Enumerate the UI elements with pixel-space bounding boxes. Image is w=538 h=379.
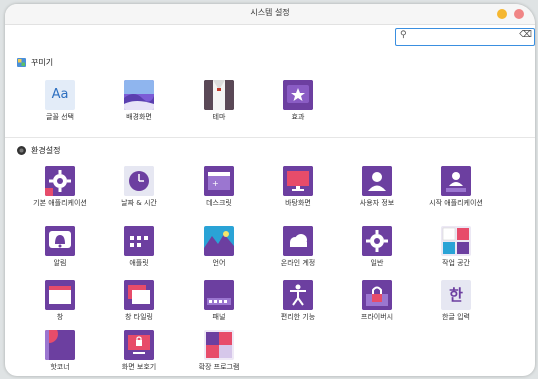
settings-item-label: 작업 공간: [442, 259, 470, 267]
settings-item-default-apps[interactable]: 기본 애플리케이션: [20, 166, 100, 208]
clear-search-icon[interactable]: ⌫: [519, 30, 532, 40]
palette-icon: [17, 58, 26, 67]
section-header-decorate: 꾸미기: [17, 57, 53, 68]
settings-item-label: 확장 프로그램: [198, 363, 240, 371]
theme-icon: [204, 80, 234, 110]
wallpaper-icon: [124, 80, 154, 110]
settings-item-startup-apps[interactable]: 시작 애플리케이션: [416, 166, 496, 208]
settings-item-label: 시작 애플리케이션: [429, 199, 483, 207]
settings-item-online-accounts[interactable]: 온라인 계정: [258, 226, 338, 268]
workspace-icon: [441, 226, 471, 256]
language-globe-icon: [204, 226, 234, 256]
search-input[interactable]: [411, 30, 511, 43]
clock-icon: [124, 166, 154, 196]
settings-item-effects[interactable]: 효과: [258, 80, 338, 122]
settings-item-hot-corners[interactable]: 핫코너: [20, 330, 100, 372]
settings-item-label: 언어: [212, 259, 226, 267]
settings-item-label: 편리한 기능: [280, 313, 316, 321]
settings-item-label: 배경화면: [126, 113, 152, 121]
settings-item-theme[interactable]: 테마: [179, 80, 259, 122]
settings-item-label: 온라인 계정: [280, 259, 316, 267]
settings-item-applets[interactable]: 애플릿: [99, 226, 179, 268]
settings-item-label: 창: [56, 313, 64, 321]
hangul-icon-glyph: 한: [449, 286, 463, 304]
section-title: 꾸미기: [31, 58, 54, 67]
section-divider: [5, 137, 535, 138]
window-tiling-icon: [124, 280, 154, 310]
minimize-button[interactable]: [497, 9, 507, 19]
settings-item-font[interactable]: Aa 글꼴 선택: [20, 80, 100, 122]
settings-item-label: 프라이버시: [360, 313, 394, 321]
settings-item-datetime[interactable]: 날짜 & 시간: [99, 166, 179, 208]
settings-item-label: 핫코너: [50, 363, 70, 371]
section-header-preferences: 환경설정: [17, 145, 60, 156]
bell-icon: [45, 226, 75, 256]
search-icon: ⚲: [400, 30, 407, 40]
settings-item-privacy[interactable]: 프라이버시: [337, 280, 417, 322]
window-title: 시스템 설정: [250, 8, 290, 17]
settings-item-extensions[interactable]: 확장 프로그램: [179, 330, 259, 372]
settings-item-label: 테마: [212, 113, 226, 121]
title-bar: 시스템 설정: [5, 4, 535, 25]
startup-apps-icon: [441, 166, 471, 196]
settings-item-label: 사용자 정보: [359, 199, 395, 207]
cloud-icon: [283, 226, 313, 256]
hot-corner-icon: [45, 330, 75, 360]
font-icon-glyph: Aa: [51, 87, 69, 102]
settings-item-label: 글꼴 선택: [46, 113, 74, 121]
extension-puzzle-icon: [204, 330, 234, 360]
settings-item-window-tiling[interactable]: 창 타일링: [99, 280, 179, 322]
applet-grid-icon: [124, 226, 154, 256]
settings-item-label: 효과: [291, 113, 305, 121]
search-box[interactable]: ⚲ ⌫: [395, 28, 535, 46]
settings-item-windows[interactable]: 창: [20, 280, 100, 322]
settings-item-notifications[interactable]: 알림: [20, 226, 100, 268]
settings-item-screensaver[interactable]: 화면 보호기: [99, 330, 179, 372]
close-button[interactable]: [514, 9, 524, 19]
settings-item-accessibility[interactable]: 편리한 기능: [258, 280, 338, 322]
section-title: 환경설정: [31, 146, 61, 155]
settings-item-general[interactable]: 일반: [337, 226, 417, 268]
settings-item-hangul-input[interactable]: 한 한글 입력: [416, 280, 496, 322]
window-icon: [45, 280, 75, 310]
settings-item-workspaces[interactable]: 작업 공간: [416, 226, 496, 268]
accessibility-icon: [283, 280, 313, 310]
settings-item-label: 화면 보호기: [121, 363, 157, 371]
settings-item-label: 애플릿: [129, 259, 149, 267]
screensaver-lock-icon: [124, 330, 154, 360]
settings-item-label: 바탕화면: [285, 199, 311, 207]
settings-item-user-info[interactable]: 사용자 정보: [337, 166, 417, 208]
settings-item-panel[interactable]: 패널: [179, 280, 259, 322]
user-icon: [362, 166, 392, 196]
settings-item-desklets[interactable]: + 데스크릿: [179, 166, 259, 208]
settings-item-label: 한글 입력: [442, 313, 470, 321]
font-icon: Aa: [45, 80, 75, 110]
settings-globe-icon: [17, 146, 26, 155]
settings-item-language[interactable]: 언어: [179, 226, 259, 268]
settings-item-label: 창 타일링: [125, 313, 153, 321]
desktop-monitor-icon: [283, 166, 313, 196]
settings-window: 시스템 설정 ⚲ ⌫ 꾸미기 Aa 글꼴 선택 배경화면 테마 효과 환경설정 …: [5, 4, 535, 376]
svg-text:+: +: [212, 179, 219, 188]
settings-item-wallpaper[interactable]: 배경화면: [99, 80, 179, 122]
settings-item-label: 일반: [370, 259, 384, 267]
settings-item-desktop[interactable]: 바탕화면: [258, 166, 338, 208]
effects-star-icon: [283, 80, 313, 110]
panel-icon: [204, 280, 234, 310]
privacy-lock-icon: [362, 280, 392, 310]
settings-item-label: 데스크릿: [206, 199, 232, 207]
settings-item-label: 날짜 & 시간: [121, 199, 157, 207]
settings-item-label: 패널: [212, 313, 226, 321]
gear-icon: [362, 226, 392, 256]
default-apps-gear-icon: [45, 166, 75, 196]
desklet-icon: +: [204, 166, 234, 196]
hangul-input-icon: 한: [441, 280, 471, 310]
settings-item-label: 기본 애플리케이션: [33, 199, 87, 207]
settings-item-label: 알림: [53, 259, 67, 267]
